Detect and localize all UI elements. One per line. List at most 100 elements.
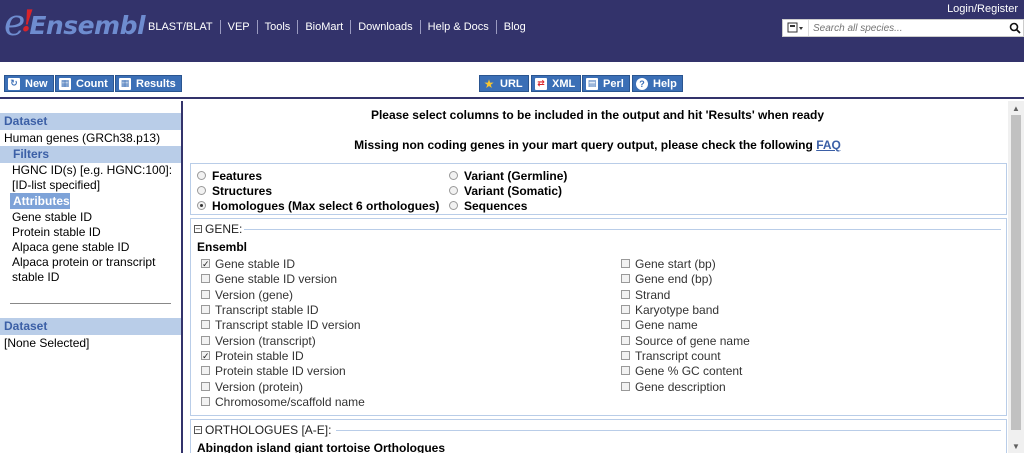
nav-downloads[interactable]: Downloads xyxy=(351,20,421,34)
checkbox-protein-stable-id-version[interactable]: Protein stable ID version xyxy=(201,363,346,378)
radio-variant-somatic[interactable]: Variant (Somatic) xyxy=(449,183,562,198)
radio-features[interactable]: Features xyxy=(197,168,262,183)
calculator-icon: ▦ xyxy=(59,77,71,90)
xml-button[interactable]: ⇄ XML xyxy=(531,75,582,92)
orthologues-panel: – ORTHOLOGUES [A-E]: Abingdon island gian… xyxy=(190,419,1007,453)
orthologues-section-toggle[interactable]: – ORTHOLOGUES [A-E]: xyxy=(194,423,331,437)
results-button[interactable]: ▦ Results xyxy=(115,75,182,92)
checkbox-source-of-gene-name[interactable]: Source of gene name xyxy=(621,333,750,348)
login-register-link[interactable]: Login/Register xyxy=(947,3,1018,15)
sidebar-attr-item: Protein stable ID xyxy=(12,225,101,239)
sidebar-filter-line[interactable]: HGNC ID(s) [e.g. HGNC:100]: xyxy=(0,163,181,178)
sidebar-attributes-heading[interactable]: Attributes xyxy=(10,193,70,209)
radio-variant-germline[interactable]: Variant (Germline) xyxy=(449,168,567,183)
collapse-icon: – xyxy=(194,224,202,233)
species-dropdown[interactable] xyxy=(783,20,809,36)
checkbox-gene-description[interactable]: Gene description xyxy=(621,379,726,394)
checkbox-version-transcript[interactable]: Version (transcript) xyxy=(201,333,316,348)
checkbox-transcript-stable-id[interactable]: Transcript stable ID xyxy=(201,302,319,317)
sidebar-dataset2-heading[interactable]: Dataset xyxy=(0,318,181,335)
ensembl-logo[interactable]: e! Ensembl xyxy=(4,3,146,44)
checkbox-strand[interactable]: Strand xyxy=(621,287,670,302)
sidebar: Dataset Human genes (GRCh38.p13) Filters… xyxy=(0,101,183,453)
table-icon: ▦ xyxy=(119,77,131,90)
checkbox-box xyxy=(201,290,210,299)
refresh-icon: ↻ xyxy=(8,77,20,90)
url-button[interactable]: ★ URL xyxy=(479,75,529,92)
nav-blast[interactable]: BLAST/BLAT xyxy=(142,20,221,34)
scroll-thumb[interactable] xyxy=(1011,115,1021,430)
sidebar-filter-line[interactable]: [ID-list specified] xyxy=(0,178,181,193)
checkbox-chromosome-scaffold-name[interactable]: Chromosome/scaffold name xyxy=(201,394,365,409)
nav-tools[interactable]: Tools xyxy=(258,20,299,34)
checkbox-karyotype-band[interactable]: Karyotype band xyxy=(621,302,719,317)
sidebar-attr-item: Alpaca gene stable ID xyxy=(12,240,130,254)
faq-link[interactable]: FAQ xyxy=(816,138,841,152)
checkbox-gene-stable-id[interactable]: ✓ Gene stable ID xyxy=(201,256,295,271)
checkbox-box: ✓ xyxy=(201,259,210,269)
checkbox-box xyxy=(621,366,630,375)
search-button[interactable] xyxy=(1007,20,1023,36)
checkbox-protein-stable-id[interactable]: ✓ Protein stable ID xyxy=(201,348,304,363)
checkbox-gene-end[interactable]: Gene end (bp) xyxy=(621,271,712,286)
sidebar-dataset-value[interactable]: Human genes (GRCh38.p13) xyxy=(0,130,181,146)
search-box xyxy=(782,19,1024,37)
main-scrollbar[interactable]: ▲ ▼ xyxy=(1008,101,1024,453)
sidebar-filters-heading[interactable]: Filters xyxy=(0,146,181,163)
sidebar-attr-item: Gene stable ID xyxy=(12,210,93,224)
radio-dot xyxy=(449,171,458,180)
new-button[interactable]: ↻ New xyxy=(4,75,54,92)
checkbox-box xyxy=(201,382,210,391)
top-nav: BLAST/BLAT VEP Tools BioMart Downloads H… xyxy=(142,20,533,34)
checkbox-gene-name[interactable]: Gene name xyxy=(621,317,698,332)
checkbox-box xyxy=(621,382,630,391)
radio-dot xyxy=(449,201,458,210)
sidebar-dataset2-value[interactable]: [None Selected] xyxy=(0,335,181,351)
logo-e: e! xyxy=(4,3,35,44)
radio-dot xyxy=(197,186,206,195)
sidebar-attr-item: stable ID xyxy=(12,270,60,284)
checkbox-gene-gc-content[interactable]: Gene % GC content xyxy=(621,363,742,378)
checkbox-transcript-stable-id-version[interactable]: Transcript stable ID version xyxy=(201,317,361,332)
checkbox-gene-start[interactable]: Gene start (bp) xyxy=(621,256,716,271)
sidebar-dataset-heading[interactable]: Dataset xyxy=(0,113,181,130)
nav-biomart[interactable]: BioMart xyxy=(298,20,352,34)
gene-section-toggle[interactable]: – GENE: xyxy=(194,222,242,236)
ensembl-group-label: Ensembl xyxy=(197,240,248,254)
checkbox-box xyxy=(201,397,210,406)
search-input[interactable] xyxy=(809,21,1007,35)
checkbox-version-protein[interactable]: Version (protein) xyxy=(201,379,303,394)
section-divider xyxy=(336,430,1001,431)
checkbox-version-gene[interactable]: Version (gene) xyxy=(201,287,293,302)
orthologue-group-label: Abingdon island giant tortoise Orthologu… xyxy=(197,441,445,453)
checkbox-box xyxy=(621,259,630,268)
scroll-up-arrow-icon[interactable]: ▲ xyxy=(1008,101,1024,115)
gene-attribute-panel: – GENE: Ensembl ✓ Gene stable ID Gene stab… xyxy=(190,218,1007,416)
nav-vep[interactable]: VEP xyxy=(221,20,258,34)
radio-dot xyxy=(197,201,206,210)
top-header: e! Ensembl BLAST/BLAT VEP Tools BioMart … xyxy=(0,0,1024,62)
checkbox-box xyxy=(201,366,210,375)
nav-blog[interactable]: Blog xyxy=(497,20,533,34)
checkbox-box xyxy=(201,274,210,283)
star-icon: ★ xyxy=(483,76,495,91)
species-icon xyxy=(787,22,803,33)
checkbox-box: ✓ xyxy=(201,351,210,361)
radio-structures[interactable]: Structures xyxy=(197,183,272,198)
checkbox-gene-stable-id-version[interactable]: Gene stable ID version xyxy=(201,271,337,286)
count-button[interactable]: ▦ Count xyxy=(55,75,114,92)
nav-help-docs[interactable]: Help & Docs xyxy=(421,20,497,34)
checkbox-box xyxy=(201,336,210,345)
radio-dot xyxy=(449,186,458,195)
checkbox-transcript-count[interactable]: Transcript count xyxy=(621,348,721,363)
checkbox-box xyxy=(621,351,630,360)
checkbox-box xyxy=(621,336,630,345)
perl-button[interactable]: ▤ Perl xyxy=(582,75,630,92)
sidebar-attr-item: Alpaca protein or transcript xyxy=(12,255,156,269)
radio-sequences[interactable]: Sequences xyxy=(449,198,527,213)
radio-homologues[interactable]: Homologues (Max select 6 orthologues) xyxy=(197,198,439,213)
help-button[interactable]: ? Help xyxy=(632,75,683,92)
scroll-down-arrow-icon[interactable]: ▼ xyxy=(1008,439,1024,453)
search-icon xyxy=(1009,22,1021,34)
document-icon: ▤ xyxy=(586,77,598,90)
